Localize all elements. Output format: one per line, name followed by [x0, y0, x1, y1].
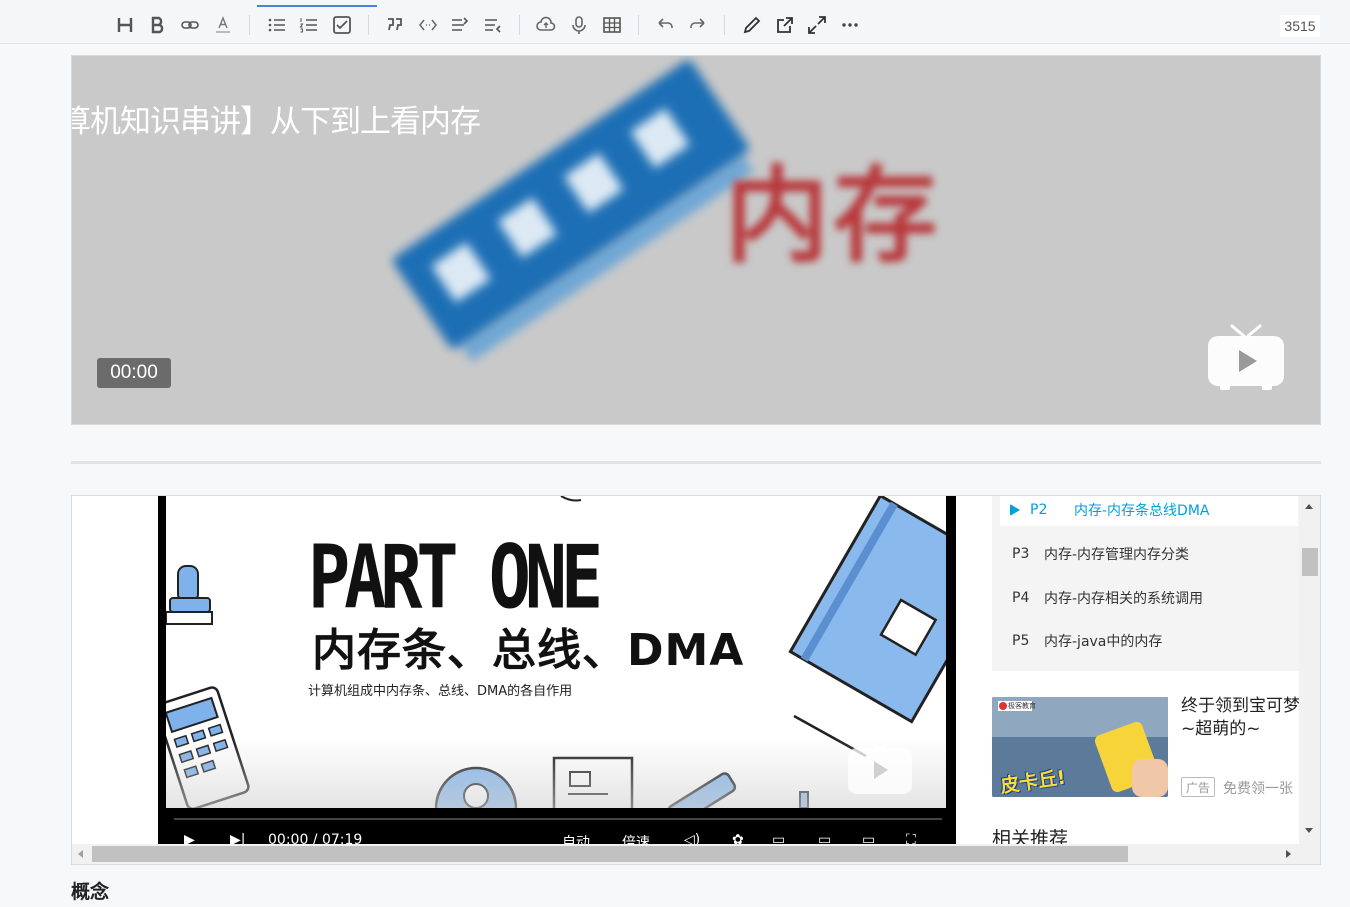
embedded-video-page[interactable]: PART ONE 内存条、总线、DMA 计算机组成中内存条、总线、DMA的各自作… [71, 495, 1321, 865]
next-icon[interactable]: ▶| [230, 832, 245, 844]
episode-title: 内存-内存相关的系统调用 [1044, 590, 1204, 607]
webfullscreen-icon[interactable]: ▭ [862, 832, 875, 844]
toolbar-separator [724, 15, 725, 35]
task-list-icon[interactable] [331, 14, 353, 36]
player-watermark-icon [846, 738, 914, 798]
episode-title: 内存-内存条总线DMA [1074, 502, 1210, 519]
undo-icon[interactable] [654, 14, 676, 36]
episode-number: P3 [1012, 545, 1030, 562]
settings-icon[interactable]: ✿ [732, 832, 744, 844]
widescreen-icon[interactable]: ▭ [818, 832, 831, 844]
code-icon[interactable] [417, 14, 439, 36]
toolbar-separator [638, 15, 639, 35]
episode-item[interactable]: P5 内存-java中的内存 [1000, 624, 1298, 657]
toolbar-separator [249, 15, 250, 35]
pip-icon[interactable]: ▭ [772, 832, 785, 844]
ad-thumbnail[interactable]: 皮卡丘! 极客教育 [992, 697, 1168, 797]
horizontal-scrollbar[interactable] [72, 844, 1320, 864]
scroll-right-icon[interactable] [1286, 850, 1291, 858]
video-cover[interactable]: 内存 算机知识串讲】从下到上看内存 00:00 [71, 55, 1321, 425]
more-icon[interactable] [839, 14, 861, 36]
cover-big-text: 内存 [725, 155, 942, 277]
episode-number: P5 [1012, 632, 1030, 649]
upload-icon[interactable] [535, 14, 557, 36]
video-player[interactable]: PART ONE 内存条、总线、DMA 计算机组成中内存条、总线、DMA的各自作… [158, 496, 956, 844]
divider [71, 461, 1321, 464]
editor-toolbar: 3515 [0, 0, 1350, 44]
word-count: 3515 [1280, 15, 1320, 37]
redo-icon[interactable] [687, 14, 709, 36]
episode-item[interactable]: P2 内存-内存条总线DMA [1000, 496, 1298, 526]
outdent-icon[interactable] [482, 14, 504, 36]
toolbar-separator [368, 15, 369, 35]
episode-list: P2 内存-内存条总线DMA P3 内存-内存管理内存分类 P4 内存-内存相关… [992, 496, 1299, 671]
fullscreen-icon[interactable] [806, 14, 828, 36]
edit-icon[interactable] [741, 14, 763, 36]
controls-gradient [166, 738, 946, 808]
time-display: 00:00 / 07:19 [268, 832, 363, 844]
ad-brand-text: 极客教育 [1008, 702, 1036, 710]
microphone-icon[interactable] [568, 14, 590, 36]
external-open-icon[interactable] [774, 14, 796, 36]
speed-button[interactable]: 倍速 [622, 832, 650, 844]
heading-icon[interactable] [114, 14, 136, 36]
video-duration: 00:00 [97, 358, 171, 388]
slide-subtitle: 内存条、总线、DMA [312, 625, 745, 676]
player-controls: ▶ ▶| 00:00 / 07:19 自动 倍速 ◁) ✿ ▭ ▭ ▭ ⛶ [174, 832, 954, 844]
ad-description: 免费领一张 [1223, 781, 1293, 797]
bold-icon[interactable] [147, 14, 169, 36]
episode-title: 内存-内存管理内存分类 [1044, 546, 1190, 563]
scroll-down-icon[interactable] [1305, 828, 1313, 833]
text-color-icon[interactable] [212, 14, 234, 36]
playing-icon [1010, 503, 1020, 516]
link-icon[interactable] [179, 14, 201, 36]
volume-icon[interactable]: ◁) [684, 832, 700, 844]
section-heading: 概念 [71, 881, 110, 903]
scroll-left-icon[interactable] [78, 850, 83, 858]
ad-badge: 广告 [1181, 777, 1216, 797]
episode-number: P4 [1012, 589, 1030, 606]
ordered-list-icon[interactable] [298, 14, 320, 36]
quote-icon[interactable] [384, 14, 406, 36]
episode-item[interactable]: P3 内存-内存管理内存分类 [1000, 537, 1298, 570]
episode-title: 内存-java中的内存 [1044, 633, 1163, 650]
vertical-scrollbar[interactable] [1299, 496, 1320, 844]
video-frame: PART ONE 内存条、总线、DMA 计算机组成中内存条、总线、DMA的各自作… [166, 496, 946, 808]
play-icon[interactable]: ▶ [184, 832, 195, 844]
scrollbar-thumb[interactable] [92, 846, 1128, 862]
slide-caption: 计算机组成中内存条、总线、DMA的各自作用 [308, 684, 573, 699]
bilibili-play-icon[interactable] [1206, 324, 1286, 392]
progress-bar[interactable] [174, 818, 942, 820]
episode-item[interactable]: P4 内存-内存相关的系统调用 [1000, 581, 1298, 614]
indent-icon[interactable] [449, 14, 471, 36]
auto-button[interactable]: 自动 [562, 832, 590, 844]
scroll-up-icon[interactable] [1305, 504, 1313, 509]
toolbar-separator [519, 15, 520, 35]
scrollbar-thumb[interactable] [1302, 548, 1318, 576]
bullet-list-icon[interactable] [266, 14, 288, 36]
video-title: 算机知识串讲】从下到上看内存 [71, 104, 481, 140]
table-icon[interactable] [601, 14, 623, 36]
toolbar-active-indicator [257, 5, 377, 7]
fullscreen-player-icon[interactable]: ⛶ [906, 832, 916, 844]
